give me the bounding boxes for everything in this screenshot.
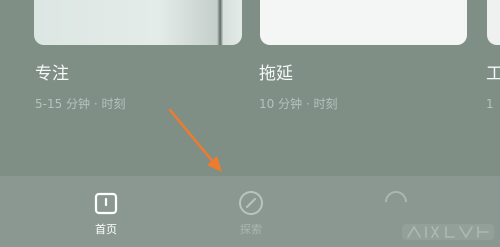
compass-icon (239, 191, 263, 215)
card-title-focus[interactable]: 专注 (35, 64, 69, 84)
card-title-partial[interactable]: 工 (486, 64, 500, 84)
card-image-procrastination[interactable] (260, 0, 467, 45)
card-image-partial[interactable] (487, 0, 500, 45)
content-area: 专注 5-15 分钟 · 时刻 拖延 10 分钟 · 时刻 工 1 (0, 0, 500, 176)
card-subtitle-partial: 1 (486, 97, 494, 111)
tab-home-label: 首页 (95, 223, 117, 236)
card-title-procrastination[interactable]: 拖延 (259, 64, 293, 84)
card-image-focus[interactable] (34, 0, 242, 45)
card-subtitle-procrastination: 10 分钟 · 时刻 (259, 97, 338, 111)
card-subtitle-focus: 5-15 分钟 · 时刻 (35, 97, 126, 111)
profile-icon (385, 191, 407, 203)
tab-explore[interactable]: 探索 (211, 176, 291, 247)
tab-explore-label: 探索 (240, 223, 262, 236)
watermark-logo (402, 224, 494, 240)
home-icon (94, 192, 118, 215)
tab-home[interactable]: 首页 (66, 176, 146, 247)
